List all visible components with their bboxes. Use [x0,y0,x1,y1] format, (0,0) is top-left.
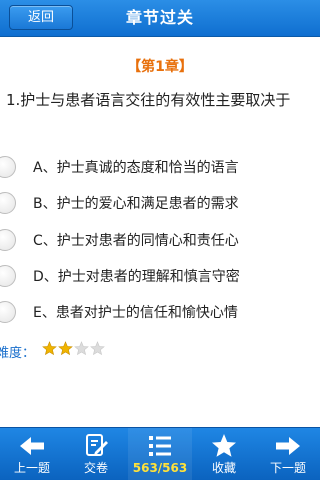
top-bar: 返回 章节过关 [0,0,320,37]
bottom-toolbar: 上一题 交卷 563/563 收藏 下一题 [0,427,320,480]
star-icon [212,434,236,457]
option-label: C、护士对患者的同情心和责任心 [33,233,239,249]
question-counter: 563/563 [132,461,188,475]
radio-button[interactable] [0,265,16,287]
option-label: E、患者对护士的信任和愉快心情 [33,305,238,321]
chapter-label: 【第1章】 [127,59,193,75]
star-icon [58,341,73,356]
favorite-label: 收藏 [211,461,236,475]
radio-button[interactable] [0,301,16,323]
question-list-button[interactable]: 563/563 [128,428,192,480]
list-icon [149,436,171,456]
radio-button[interactable] [0,229,16,251]
star-icon [90,341,105,356]
next-question-label: 下一题 [269,461,306,475]
option-label: B、护士的爱心和满足患者的需求 [33,196,239,212]
radio-button[interactable] [0,192,16,214]
prev-question-label: 上一题 [13,461,50,475]
arrow-right-icon [276,437,300,455]
radio-button[interactable] [0,156,16,178]
prev-question-button[interactable]: 上一题 [0,428,64,480]
difficulty-label: 难度： [0,346,36,361]
submit-paper-label: 交卷 [83,461,108,475]
option-a[interactable]: A、护士真诚的态度和恰当的语言 [0,152,320,182]
option-c[interactable]: C、护士对患者的同情心和责任心 [0,225,320,255]
option-label: A、护士真诚的态度和恰当的语言 [33,160,239,176]
option-d[interactable]: D、护士对患者的理解和慎言守密 [0,261,320,291]
option-b[interactable]: B、护士的爱心和满足患者的需求 [0,188,320,218]
submit-paper-icon [86,434,108,456]
star-icon [74,341,89,356]
option-label: D、护士对患者的理解和慎言守密 [33,269,240,285]
difficulty-rating: 难度： [0,341,196,361]
star-icon [42,341,57,356]
favorite-button[interactable]: 收藏 [192,428,256,480]
question-text: 1.护士与患者语言交往的有效性主要取决于 [6,91,291,109]
submit-paper-button[interactable]: 交卷 [64,428,128,480]
arrow-left-icon [20,437,44,455]
back-button[interactable]: 返回 [9,5,73,30]
option-e[interactable]: E、患者对护士的信任和愉快心情 [0,297,320,327]
next-question-button[interactable]: 下一题 [256,428,320,480]
